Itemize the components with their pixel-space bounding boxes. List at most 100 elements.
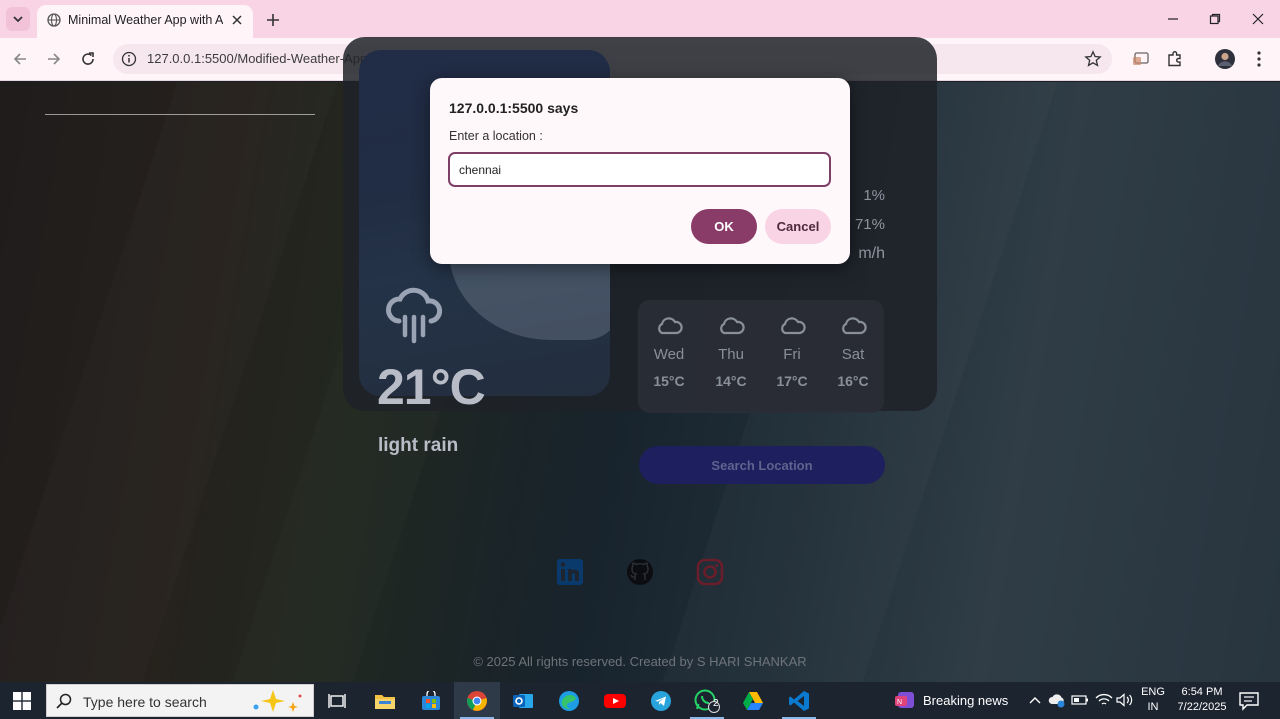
location-input[interactable] (448, 152, 831, 187)
reload-icon (82, 52, 94, 65)
cancel-button[interactable]: Cancel (765, 209, 831, 244)
forecast-day-temp: 14°C (715, 373, 747, 389)
chrome-icon (467, 690, 487, 711)
minimize-icon (1168, 18, 1178, 20)
forecast-day-name: Wed (653, 346, 685, 363)
edge-icon (559, 690, 579, 711)
search-icon (56, 693, 72, 709)
browser-tab-strip: Minimal Weather App with Api (0, 0, 1280, 38)
forecast-day-name: Sat (841, 346, 865, 363)
github-icon[interactable] (626, 558, 654, 586)
puzzle-icon (1168, 51, 1181, 67)
taskbar-outlook[interactable] (500, 682, 546, 719)
more-vertical-icon (1257, 51, 1261, 67)
onedrive-tray[interactable] (1048, 691, 1066, 709)
current-temperature: 21°C (377, 359, 486, 415)
language-indicator[interactable]: ENG IN (1138, 685, 1168, 715)
chevron-up-icon (1029, 697, 1041, 704)
search-placeholder: Type here to search (83, 694, 207, 710)
google-drive-icon (743, 691, 763, 710)
dialog-label: Enter a location : (449, 129, 543, 143)
prompt-dialog: 127.0.0.1:5500 says Enter a location : O… (430, 78, 850, 264)
vscode-icon (789, 690, 809, 711)
task-view-icon (328, 693, 346, 708)
chevron-down-icon (13, 16, 23, 23)
cast-button[interactable] (1130, 48, 1152, 70)
taskbar-file-explorer[interactable] (362, 682, 408, 719)
language-code: ENG (1141, 686, 1165, 698)
back-button[interactable] (8, 47, 32, 71)
minimize-button[interactable] (1158, 6, 1188, 32)
clock-time: 6:54 PM (1181, 686, 1223, 698)
taskbar-telegram[interactable] (638, 682, 684, 719)
instagram-icon[interactable] (696, 558, 724, 586)
taskbar-edge[interactable] (546, 682, 592, 719)
restore-button[interactable] (1200, 6, 1230, 32)
globe-icon (47, 13, 61, 27)
news-widget[interactable]: N Breaking news (888, 682, 1016, 719)
cloud-sync-icon (1048, 694, 1065, 708)
wifi-icon (1095, 693, 1113, 705)
svg-text:N: N (897, 699, 902, 706)
new-tab-button[interactable] (262, 9, 284, 31)
search-location-button[interactable]: Search Location (639, 446, 885, 484)
close-icon (232, 15, 242, 25)
forecast-panel: Wed 15°C Thu 14°C Fri 17°C Sat 16°C (638, 300, 884, 413)
start-button[interactable] (0, 682, 44, 719)
notification-icon[interactable] (1238, 691, 1260, 711)
clock[interactable]: 6:54 PM 7/22/2025 (1172, 685, 1232, 715)
taskbar-store[interactable] (408, 682, 454, 719)
show-hidden-icons[interactable] (1026, 691, 1044, 709)
info-icon[interactable] (121, 51, 137, 67)
browser-menu-button[interactable] (1248, 48, 1270, 70)
volume-tray[interactable] (1116, 691, 1134, 709)
divider (45, 114, 315, 115)
forward-button[interactable] (42, 47, 66, 71)
cloud-icon (781, 317, 806, 335)
profile-avatar[interactable] (1214, 48, 1236, 70)
browser-tab[interactable]: Minimal Weather App with Api (37, 5, 253, 38)
ok-button[interactable]: OK (691, 209, 757, 244)
wifi-tray[interactable] (1095, 691, 1113, 709)
whatsapp-badge: 2 (713, 698, 719, 709)
cloud-icon (720, 317, 745, 335)
folder-icon (375, 694, 395, 709)
forecast-day-name: Fri (783, 346, 801, 363)
taskbar-search[interactable]: Type here to search (46, 684, 314, 717)
cloud-icon (842, 317, 867, 335)
plus-icon (267, 14, 279, 26)
taskbar-google-drive[interactable] (730, 682, 776, 719)
windows-icon (13, 691, 31, 710)
forecast-day-name: Thu (718, 346, 744, 363)
tab-close-button[interactable] (229, 12, 245, 28)
linkedin-icon[interactable] (556, 558, 584, 586)
battery-tray[interactable] (1071, 691, 1089, 709)
taskbar-youtube[interactable] (592, 682, 638, 719)
telegram-icon (651, 690, 671, 711)
taskbar-chrome[interactable] (454, 682, 500, 719)
tab-search-button[interactable] (6, 7, 30, 31)
dialog-title: 127.0.0.1:5500 says (449, 100, 579, 116)
outlook-icon (513, 693, 533, 708)
bookmark-star-icon[interactable] (1084, 50, 1102, 68)
cloud-icon (658, 317, 683, 335)
arrow-left-icon (13, 53, 26, 65)
taskbar-vscode[interactable] (776, 682, 822, 719)
taskbar-whatsapp[interactable]: 2 (684, 682, 730, 719)
restore-icon (1209, 13, 1221, 25)
news-icon: N (895, 692, 914, 708)
youtube-icon (604, 693, 626, 708)
arrow-right-icon (48, 53, 61, 65)
tab-title: Minimal Weather App with Api (68, 13, 223, 27)
cast-icon (1133, 52, 1149, 65)
close-window-button[interactable] (1243, 6, 1273, 32)
forecast-day-temp: 17°C (776, 373, 808, 389)
speaker-icon (1116, 693, 1133, 707)
task-view-button[interactable] (314, 682, 360, 719)
clock-date: 7/22/2025 (1177, 701, 1227, 713)
forecast-day: Wed 15°C (639, 316, 699, 389)
reload-button[interactable] (76, 47, 100, 71)
footer-text: © 2025 All rights reserved. Created by S… (473, 654, 807, 669)
extensions-button[interactable] (1164, 48, 1186, 70)
news-text: Breaking news (923, 693, 1009, 708)
